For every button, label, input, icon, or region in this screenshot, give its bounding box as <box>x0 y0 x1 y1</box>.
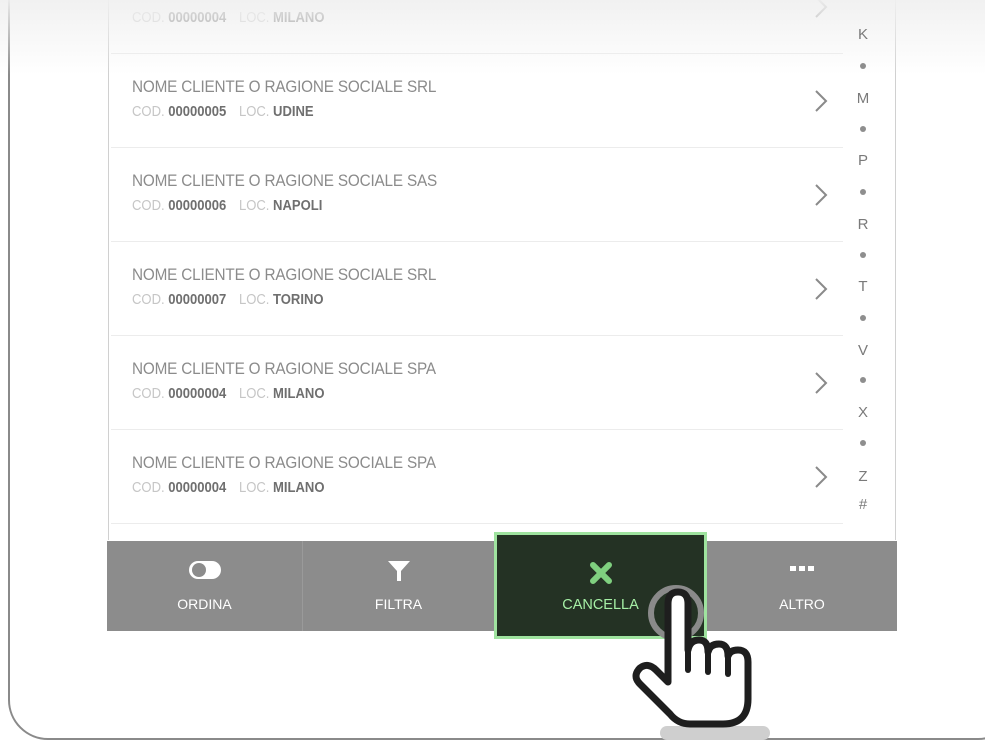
loc-label: LOC. <box>238 480 270 496</box>
filtra-label: FILTRA <box>374 596 423 612</box>
more-icon <box>790 566 814 571</box>
list-item[interactable]: NOME CLIENTE O RAGIONE SOCIALE SPA COD. … <box>111 430 843 524</box>
loc-label: LOC. <box>238 104 270 120</box>
cod-value: 00000006 <box>168 198 227 214</box>
cod-value: 00000004 <box>168 10 227 26</box>
cod-label: COD. <box>132 480 165 496</box>
loc-value: MILANO <box>273 480 325 496</box>
alphabet-index[interactable]: K M P R T V X Z # <box>848 0 878 530</box>
cod-label: COD. <box>132 386 165 402</box>
cod-label: COD. <box>132 292 165 308</box>
pointing-hand-icon <box>632 588 752 728</box>
loc-label: LOC. <box>238 292 270 308</box>
client-meta: COD. 00000004 LOC. MILANO <box>132 10 334 26</box>
client-meta: COD. 00000004 LOC. MILANO <box>132 480 334 496</box>
cod-value: 00000007 <box>168 292 227 308</box>
cod-value: 00000004 <box>168 386 227 402</box>
loc-value: NAPOLI <box>273 198 323 214</box>
client-list: COD. 00000004 LOC. MILANO NOME CLIENTE O… <box>108 0 896 540</box>
index-letter[interactable]: K <box>848 26 878 43</box>
loc-label: LOC. <box>238 10 270 26</box>
cod-value: 00000004 <box>168 480 227 496</box>
index-dot <box>860 63 866 69</box>
chevron-right-icon <box>815 466 828 488</box>
chevron-right-icon <box>815 372 828 394</box>
client-meta: COD. 00000004 LOC. MILANO <box>132 386 334 402</box>
index-letter[interactable]: X <box>848 404 878 421</box>
client-meta: COD. 00000006 LOC. NAPOLI <box>132 198 331 214</box>
index-letter[interactable]: P <box>848 152 878 169</box>
loc-label: LOC. <box>238 198 270 214</box>
loc-value: UDINE <box>273 104 314 120</box>
loc-value: MILANO <box>273 386 325 402</box>
index-letter[interactable]: Z <box>848 468 878 485</box>
list-item[interactable]: NOME CLIENTE O RAGIONE SOCIALE SRL COD. … <box>111 242 843 336</box>
index-dot <box>860 126 866 132</box>
filtra-button[interactable]: FILTRA <box>303 541 494 631</box>
client-meta: COD. 00000007 LOC. TORINO <box>132 292 333 308</box>
loc-value: TORINO <box>273 292 324 308</box>
cod-label: COD. <box>132 104 165 120</box>
ordina-label: ORDINA <box>177 596 232 612</box>
index-letter[interactable]: # <box>848 496 878 513</box>
index-letter[interactable]: M <box>848 90 878 107</box>
index-dot <box>860 315 866 321</box>
index-dot <box>860 252 866 258</box>
client-name: NOME CLIENTE O RAGIONE SOCIALE SPA <box>132 359 436 378</box>
loc-label: LOC. <box>238 386 270 402</box>
chevron-right-icon <box>815 90 828 112</box>
list-item[interactable]: COD. 00000004 LOC. MILANO <box>111 0 843 54</box>
chevron-right-icon <box>815 184 828 206</box>
client-name: NOME CLIENTE O RAGIONE SOCIALE SRL <box>132 265 437 284</box>
index-dot <box>860 440 866 446</box>
toggle-icon <box>188 561 221 579</box>
close-icon <box>589 562 612 584</box>
loc-value: MILANO <box>273 10 325 26</box>
client-name: NOME CLIENTE O RAGIONE SOCIALE SRL <box>132 77 437 96</box>
chevron-right-icon <box>815 0 828 18</box>
cod-label: COD. <box>132 198 165 214</box>
chevron-right-icon <box>815 278 828 300</box>
cod-label: COD. <box>132 10 165 26</box>
list-item[interactable]: NOME CLIENTE O RAGIONE SOCIALE SAS COD. … <box>111 148 843 242</box>
list-item[interactable]: NOME CLIENTE O RAGIONE SOCIALE SRL COD. … <box>111 54 843 148</box>
filter-icon <box>387 561 410 581</box>
ordina-button[interactable]: ORDINA <box>107 541 303 631</box>
client-name: NOME CLIENTE O RAGIONE SOCIALE SPA <box>132 453 436 472</box>
index-letter[interactable]: R <box>848 216 878 233</box>
client-name: NOME CLIENTE O RAGIONE SOCIALE SAS <box>132 171 438 190</box>
index-letter[interactable]: T <box>848 278 878 295</box>
index-dot <box>860 377 866 383</box>
list-item[interactable]: NOME CLIENTE O RAGIONE SOCIALE SPA COD. … <box>111 336 843 430</box>
index-dot <box>860 189 866 195</box>
cod-value: 00000005 <box>168 104 227 120</box>
client-meta: COD. 00000005 LOC. UDINE <box>132 104 323 120</box>
index-letter[interactable]: V <box>848 342 878 359</box>
